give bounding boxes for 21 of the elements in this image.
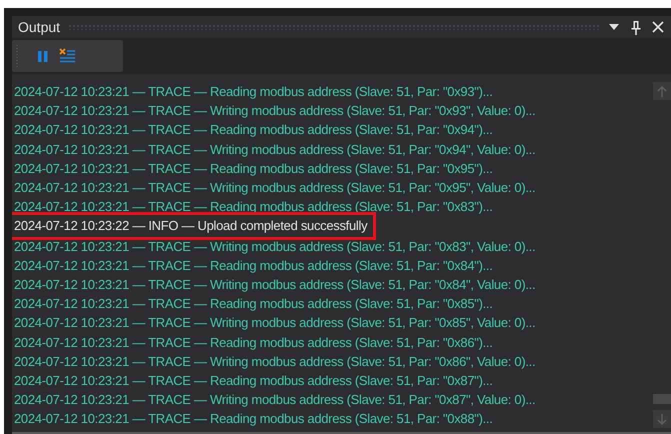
log-line: 2024-07-12 10:23:21 — TRACE — Reading modbus address (Slave: 51, Par: "0x94")... [14, 121, 494, 140]
log-line: 2024-07-12 10:23:21 — TRACE — Reading modbus address (Slave: 51, Par: "0x95")... [14, 160, 494, 178]
log-line: 2024-07-12 10:23:21 — TRACE — Reading modbus address (Slave: 51, Par: "0x84")... [14, 256, 494, 275]
scroll-thumb[interactable] [652, 394, 670, 404]
log-line: 2024-07-12 10:23:21 — TRACE — Writing modbus address (Slave: 51, Par: "0x87", Value: 0)... [14, 391, 536, 410]
log-line: 2024-07-12 10:23:21 — TRACE — Writing modbus address (Slave: 51, Par: "0x86", Value: 0)... [14, 352, 536, 371]
close-icon[interactable] [651, 19, 665, 35]
log-line: 2024-07-12 10:23:21 — TRACE — Writing modbus address (Slave: 51, Par: "0x94", Value: 0)... [14, 140, 536, 159]
log-line: 2024-07-12 10:23:21 — TRACE — Writing modbus address (Slave: 51, Par: "0x93", Value: 0)... [14, 102, 536, 120]
log-line: 2024-07-12 10:23:21 — TRACE — Writing modbus address (Slave: 51, Par: "0x84", Value: 0)... [14, 276, 536, 294]
log-line: 2024-07-12 10:23:21 — TRACE — Reading modbus address (Slave: 51, Par: "0x85")... [14, 295, 494, 314]
log-line: 2024-07-12 10:23:21 — TRACE — Writing modbus address (Slave: 51, Par: "0x95", Value: 0)... [14, 179, 536, 198]
log-line: 2024-07-12 10:23:21 — TRACE — Writing modbus address (Slave: 51, Par: "0x85", Value: 0)... [14, 314, 536, 332]
clear-all-icon[interactable] [58, 47, 76, 65]
log-line: 2024-07-12 10:23:21 — TRACE — Reading modbus address (Slave: 51, Par: "0x93")... [14, 83, 494, 101]
log-line: 2024-07-12 10:23:21 — TRACE — Writing modbus address (Slave: 51, Par: "0x83", Value: 0)... [14, 238, 536, 256]
log-line: 2024-07-12 10:23:21 — TRACE — Reading modbus address (Slave: 51, Par: "0x87")... [14, 372, 494, 390]
pin-icon[interactable] [629, 19, 643, 35]
log-line: 2024-07-12 10:23:21 — TRACE — Reading modbus address (Slave: 51, Par: "0x86")... [14, 334, 494, 352]
window-title: Output [18, 19, 60, 35]
log-line: 2024-07-12 10:23:21 — TRACE — Reading modbus address (Slave: 51, Par: "0x88")... [14, 410, 494, 428]
